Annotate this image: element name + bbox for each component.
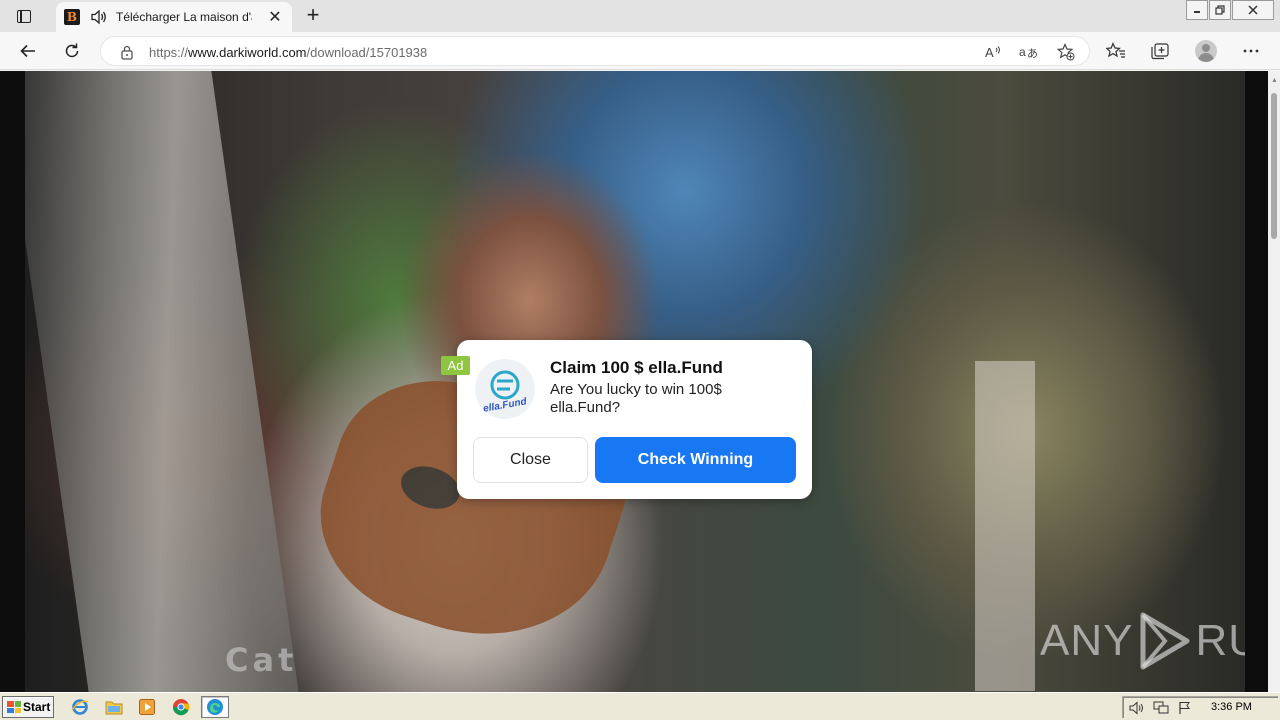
ad-badge: Ad [441, 356, 470, 375]
window-close-button[interactable] [1232, 0, 1274, 20]
start-button[interactable]: Start [2, 696, 54, 718]
scroll-thumb[interactable] [1271, 93, 1277, 239]
tab-actions-button[interactable] [8, 4, 40, 28]
read-aloud-icon[interactable]: A [983, 43, 1003, 61]
taskbar-media-player[interactable] [135, 696, 159, 718]
taskbar-edge[interactable] [201, 696, 229, 718]
audio-playing-icon[interactable] [90, 9, 108, 25]
url-host: www.darkiworld.com [188, 45, 307, 60]
edge-icon [207, 699, 223, 715]
svg-text:あ: あ [1027, 47, 1038, 60]
address-bar[interactable]: https://www.darkiworld.com/download/1570… [100, 36, 1090, 66]
watermark-left-text: ANY [1040, 616, 1134, 665]
action-center-flag-icon[interactable] [1177, 700, 1193, 716]
translate-icon[interactable]: aあ [1019, 43, 1039, 61]
check-winning-button[interactable]: Check Winning [595, 437, 796, 483]
taskbar-internet-explorer[interactable] [68, 696, 92, 718]
ad-popup: Ad ella.Fund Claim 100 $ ella.Fund Are Y… [441, 340, 812, 499]
url-text[interactable]: https://www.darkiworld.com/download/1570… [149, 45, 427, 60]
ella-fund-logo-icon [490, 370, 520, 399]
page-content: Cat ANY RUN ▲ Ad ella.Fund Claim 100 $ e… [0, 71, 1280, 692]
taskbar-chrome[interactable] [169, 696, 193, 718]
new-tab-button[interactable]: + [302, 2, 324, 27]
anyrun-watermark: ANY RUN [1040, 611, 1245, 671]
tab-close-icon[interactable]: ✕ [266, 8, 284, 26]
tab-strip: B Télécharger La maison d'à ✕ + [0, 0, 1280, 32]
back-button[interactable] [14, 38, 42, 64]
tab-title: Télécharger La maison d'à [116, 10, 252, 24]
video-caption-text: Cat [225, 641, 298, 679]
watermark-right-text: RUN [1195, 616, 1245, 665]
taskbar-clock: 3:36 PM [1211, 701, 1252, 713]
media-player-icon [139, 699, 155, 715]
svg-text:a: a [1019, 45, 1026, 59]
system-tray: 3:36 PM [1122, 696, 1278, 718]
profile-icon[interactable] [1195, 40, 1217, 62]
ella-fund-logo: ella.Fund [475, 359, 535, 419]
play-triangle-icon [1140, 612, 1190, 670]
more-icon[interactable] [1240, 40, 1262, 62]
scroll-up-arrow-icon[interactable]: ▲ [1271, 77, 1278, 84]
tab-actions-icon [17, 9, 31, 23]
collections-icon[interactable] [1149, 40, 1171, 62]
browser-toolbar: https://www.darkiworld.com/download/1570… [0, 32, 1280, 70]
minimize-button[interactable] [1186, 0, 1208, 20]
windows-logo-icon [7, 701, 21, 713]
back-icon [20, 44, 35, 58]
url-path: /download/15701938 [306, 45, 428, 60]
folder-icon [105, 701, 123, 715]
refresh-icon [65, 43, 79, 58]
site-favicon-icon: B [64, 9, 80, 25]
add-favorite-icon[interactable] [1056, 43, 1076, 61]
ad-title: Claim 100 $ ella.Fund [550, 358, 723, 377]
internet-explorer-icon [71, 699, 89, 715]
refresh-button[interactable] [58, 38, 86, 64]
lock-icon[interactable] [120, 45, 134, 60]
svg-text:A: A [985, 45, 994, 60]
taskbar-file-explorer[interactable] [102, 696, 126, 718]
chrome-icon [172, 699, 190, 716]
ad-close-button[interactable]: Close [473, 437, 588, 483]
browser-tab[interactable]: B Télécharger La maison d'à ✕ [56, 2, 292, 32]
favorites-icon[interactable] [1105, 40, 1127, 62]
easel-canvas-scenery [25, 71, 299, 692]
start-label: Start [23, 700, 51, 714]
page-scrollbar[interactable]: ▲ [1268, 71, 1280, 692]
taskbar: Start 3:36 PM [0, 692, 1280, 720]
background-door-scenery [975, 361, 1035, 691]
ad-body-text: Are You lucky to win 100$ ella.Fund? [550, 381, 722, 416]
restore-button[interactable] [1209, 0, 1231, 20]
volume-icon[interactable] [1129, 700, 1145, 716]
url-scheme: https:// [149, 45, 189, 60]
network-icon[interactable] [1153, 700, 1169, 716]
